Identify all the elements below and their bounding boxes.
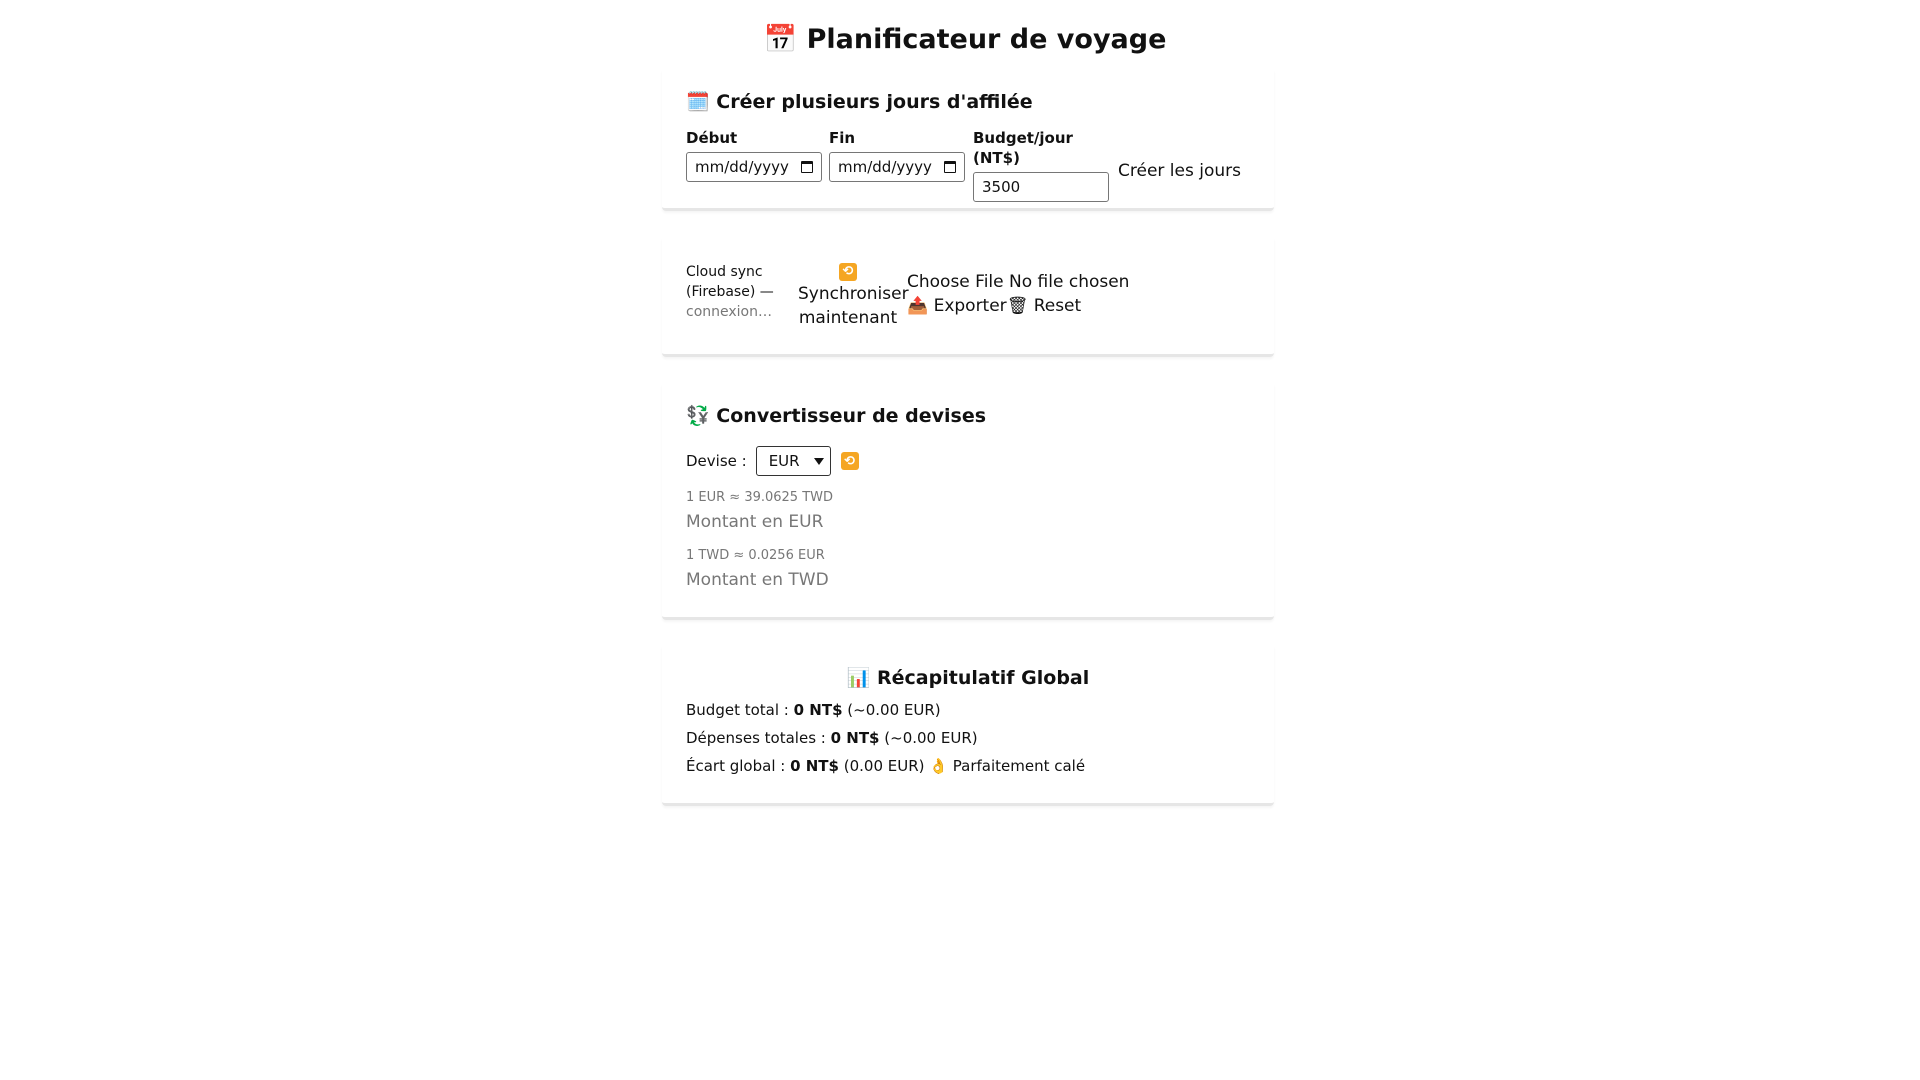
- page-title-text: Planificateur de voyage: [806, 24, 1167, 55]
- cloud-sync-card: Cloud sync (Firebase) — connexion… ⟲ Syn…: [662, 238, 1274, 357]
- amount-twd-input[interactable]: Montant en TWD: [686, 568, 829, 592]
- cloud-status-line1: Cloud sync: [686, 264, 763, 280]
- summary-budget: Budget total : 0 NT$ (~0.00 EUR): [686, 700, 941, 720]
- page: 📅 Planificateur de voyage 🗓️ Créer plusi…: [0, 0, 1920, 1080]
- end-date-placeholder: mm/dd/yyyy: [838, 158, 932, 176]
- no-file-label: No file chosen: [1009, 272, 1130, 292]
- summary-gap-status: Parfaitement calé: [952, 757, 1086, 775]
- reset-button[interactable]: 🗑 Reset: [1007, 294, 1082, 318]
- ok-hand-icon: 👌: [929, 757, 948, 775]
- summary-card: 📊 Récapitulatif Global Budget total : 0 …: [662, 646, 1274, 806]
- cloud-status-line2: (Firebase) —: [686, 284, 774, 300]
- summary-title: 📊 Récapitulatif Global: [686, 665, 1250, 691]
- converter-title-text: Convertisseur de devises: [716, 405, 987, 427]
- summary-gap-eur: (0.00 EUR): [843, 757, 925, 775]
- start-date-group: Début mm/dd/yyyy: [686, 128, 822, 182]
- sync-now-button[interactable]: ⟲ Synchroniser maintenant: [798, 258, 909, 330]
- export-button[interactable]: 📤 Exporter: [907, 294, 1007, 318]
- end-date-label: Fin: [829, 129, 856, 147]
- calendar-picker-icon[interactable]: [944, 161, 956, 173]
- reset-label: Reset: [1033, 296, 1082, 316]
- calendar-picker-icon[interactable]: [801, 161, 813, 173]
- budget-value: 3500: [982, 178, 1021, 196]
- summary-budget-label: Budget total :: [686, 701, 789, 719]
- summary-spent: Dépenses totales : 0 NT$ (~0.00 EUR): [686, 728, 978, 748]
- cloud-status-line3: connexion…: [686, 304, 772, 320]
- cloud-status: Cloud sync (Firebase) — connexion…: [686, 262, 781, 322]
- export-reset-row: 📤 Exporter 🗑 Reset: [907, 294, 1081, 318]
- summary-spent-label: Dépenses totales :: [686, 729, 826, 747]
- summary-budget-value: 0 NT$: [793, 701, 843, 719]
- spiral-calendar-icon: 🗓️: [686, 91, 710, 113]
- end-date-group: Fin mm/dd/yyyy: [829, 128, 965, 182]
- refresh-rate-icon[interactable]: ⟲: [840, 452, 859, 470]
- summary-title-text: Récapitulatif Global: [877, 667, 1090, 689]
- currency-select[interactable]: EUR: [755, 446, 831, 476]
- rate-twd-eur: 1 TWD ≈ 0.0256 EUR: [686, 548, 825, 563]
- sync-now-line2: maintenant: [798, 308, 898, 328]
- bar-chart-icon: 📊: [846, 667, 871, 689]
- summary-gap: Écart global : 0 NT$ (0.00 EUR) 👌 Parfai…: [686, 756, 1085, 776]
- file-input[interactable]: Choose File No file chosen: [907, 270, 1129, 294]
- create-days-card: 🗓️ Créer plusieurs jours d'affilée Début…: [662, 70, 1274, 211]
- calendar-icon: 📅: [763, 24, 798, 55]
- start-date-placeholder: mm/dd/yyyy: [695, 158, 789, 176]
- end-date-input[interactable]: mm/dd/yyyy: [829, 152, 965, 182]
- outbox-icon: 📤: [907, 296, 929, 316]
- currency-selected: EUR: [768, 452, 800, 470]
- sync-now-line1: Synchroniser: [798, 284, 909, 304]
- create-days-button[interactable]: Créer les jours: [1118, 159, 1241, 183]
- start-date-label: Début: [686, 129, 738, 147]
- summary-gap-label: Écart global :: [686, 757, 786, 775]
- summary-spent-eur: (~0.00 EUR): [884, 729, 978, 747]
- export-label: Exporter: [933, 296, 1007, 316]
- currency-label: Devise :: [686, 452, 747, 470]
- rate-eur-twd: 1 EUR ≈ 39.0625 TWD: [686, 490, 834, 505]
- summary-gap-value: 0 NT$: [790, 757, 839, 775]
- converter-card: 💱 Convertisseur de devises Devise : EUR …: [662, 384, 1274, 620]
- create-days-title: 🗓️ Créer plusieurs jours d'affilée: [686, 89, 1033, 115]
- budget-group: Budget/jour (NT$) 3500: [973, 128, 1109, 202]
- currency-exchange-icon: 💱: [686, 405, 710, 427]
- summary-spent-value: 0 NT$: [830, 729, 880, 747]
- summary-budget-eur: (~0.00 EUR): [847, 701, 941, 719]
- budget-label: Budget/jour (NT$): [973, 129, 1073, 167]
- start-date-input[interactable]: mm/dd/yyyy: [686, 152, 822, 182]
- trash-icon: 🗑: [1006, 296, 1029, 316]
- create-days-title-text: Créer plusieurs jours d'affilée: [716, 91, 1033, 113]
- chevron-down-icon: [813, 457, 824, 465]
- converter-title: 💱 Convertisseur de devises: [686, 403, 986, 429]
- choose-file-button[interactable]: Choose File: [907, 272, 1004, 292]
- budget-input[interactable]: 3500: [973, 172, 1109, 202]
- sync-icon: ⟲: [839, 262, 857, 281]
- page-title: 📅 Planificateur de voyage: [0, 20, 1920, 60]
- currency-row: Devise : EUR ⟲: [686, 446, 859, 476]
- amount-eur-input[interactable]: Montant en EUR: [686, 510, 823, 534]
